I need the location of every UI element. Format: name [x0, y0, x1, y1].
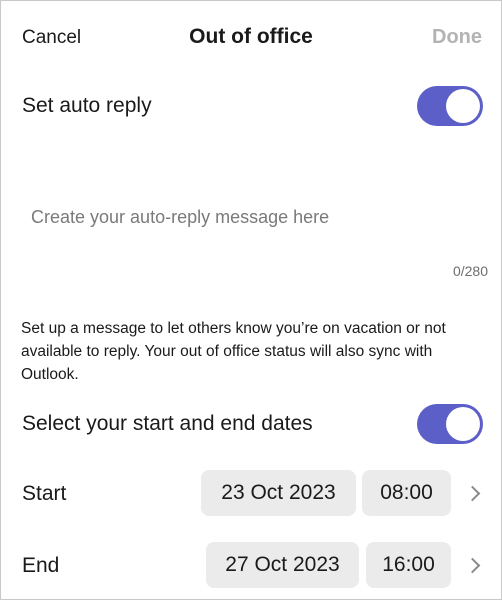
start-time-picker[interactable]: 08:00: [362, 470, 451, 516]
start-date-picker[interactable]: 23 Oct 2023: [201, 470, 356, 516]
toggle-knob: [446, 89, 480, 123]
auto-reply-label: Set auto reply: [22, 94, 152, 117]
dates-label: Select your start and end dates: [22, 412, 313, 435]
auto-reply-message-input[interactable]: [21, 197, 481, 237]
end-time-picker[interactable]: 16:00: [366, 542, 451, 588]
chevron-right-icon[interactable]: [464, 485, 481, 502]
start-label: Start: [22, 482, 67, 505]
dates-toggle[interactable]: [417, 404, 483, 444]
chevron-right-icon[interactable]: [464, 557, 481, 574]
out-of-office-screen: Cancel Out of office Done Set auto reply…: [0, 0, 502, 600]
page-title: Out of office: [189, 25, 313, 48]
auto-reply-toggle[interactable]: [417, 86, 483, 126]
end-label: End: [22, 554, 60, 577]
help-text: Set up a message to let others know you’…: [21, 320, 446, 383]
done-button[interactable]: Done: [432, 26, 482, 49]
toggle-knob: [446, 407, 480, 441]
end-date-picker[interactable]: 27 Oct 2023: [206, 542, 359, 588]
header-bar: Cancel Out of office Done: [1, 1, 501, 75]
character-counter: 0/280: [452, 263, 488, 279]
